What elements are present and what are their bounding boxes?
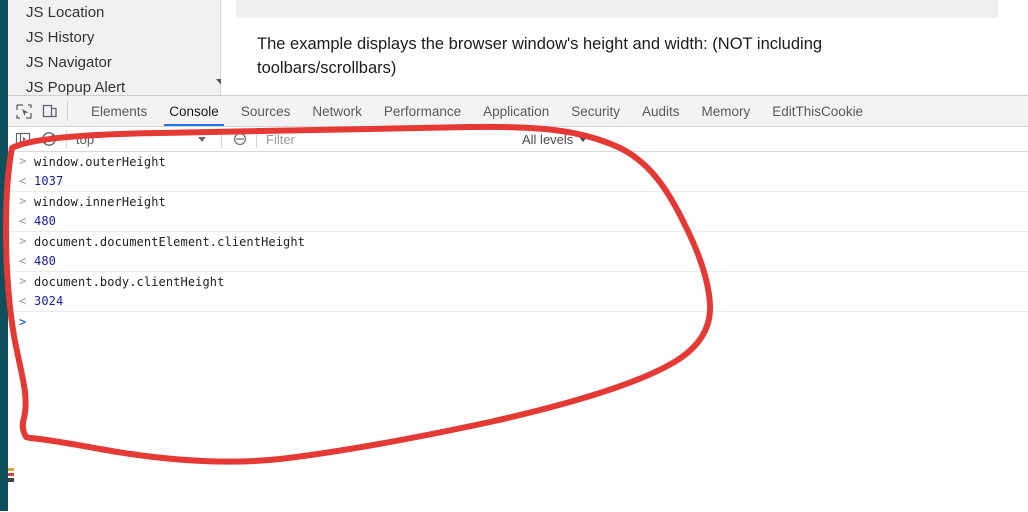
tab-network[interactable]: Network xyxy=(301,96,373,126)
sidebar-item-js-location[interactable]: JS Location xyxy=(26,3,104,23)
application-left-strip xyxy=(0,0,8,511)
filterbar-divider xyxy=(256,130,257,148)
console-filter-bar: top Filter All levels xyxy=(8,127,1028,152)
web-page-viewport: JS Location JS History JS Navigator JS P… xyxy=(0,0,1028,95)
chevron-down-icon xyxy=(579,136,588,142)
console-entry: > document.documentElement.clientHeight … xyxy=(8,232,1028,272)
console-output-row: < 480 xyxy=(8,252,1028,272)
tab-label: Console xyxy=(169,103,219,119)
tab-label: Security xyxy=(571,103,620,119)
console-output-row: < 3024 xyxy=(8,292,1028,312)
tab-security[interactable]: Security xyxy=(560,96,631,126)
sidebar-item-label: JS Location xyxy=(26,4,105,21)
tab-elements[interactable]: Elements xyxy=(80,96,158,126)
tab-label: EditThisCookie xyxy=(772,103,864,119)
resize-handle-icon[interactable] xyxy=(8,468,14,482)
sidebar-item-label: JS Navigator xyxy=(26,54,112,71)
console-input-row[interactable]: > window.innerHeight xyxy=(8,192,1028,212)
toolbar-divider xyxy=(67,101,68,121)
sidebar-item-label: JS History xyxy=(26,29,95,46)
devtools-panel: Elements Console Sources Network Perform… xyxy=(8,95,1028,512)
inspect-element-icon[interactable] xyxy=(15,103,33,120)
input-marker-icon: > xyxy=(19,154,27,168)
tab-console[interactable]: Console xyxy=(158,96,230,126)
sidebar-item-js-history[interactable]: JS History xyxy=(26,28,94,48)
output-marker-icon: < xyxy=(19,293,27,308)
console-input-text: window.innerHeight xyxy=(34,194,166,209)
console-filter-input[interactable]: Filter xyxy=(266,130,514,148)
console-input-text: window.outerHeight xyxy=(34,154,166,169)
input-marker-icon: > xyxy=(19,274,27,288)
console-filter-placeholder: Filter xyxy=(266,131,295,147)
tab-audits[interactable]: Audits xyxy=(631,96,691,126)
console-entry: > document.body.clientHeight < 3024 xyxy=(8,272,1028,312)
devtools-tab-list: Elements Console Sources Network Perform… xyxy=(80,96,874,126)
execution-context-label: top xyxy=(76,131,95,147)
filterbar-divider xyxy=(66,130,67,148)
input-marker-icon: > xyxy=(19,194,27,208)
tab-label: Audits xyxy=(641,103,680,119)
tab-sources[interactable]: Sources xyxy=(230,96,302,126)
clear-console-icon[interactable] xyxy=(41,131,57,147)
execution-context-selector[interactable]: top xyxy=(76,130,207,148)
console-output-row: < 1037 xyxy=(8,172,1028,192)
output-marker-icon: < xyxy=(19,213,27,228)
console-output-value: 3024 xyxy=(34,294,64,309)
sidebar-item-label: JS Popup Alert xyxy=(26,79,126,95)
tab-editthiscookie[interactable]: EditThisCookie xyxy=(761,96,874,126)
page-paragraph: The example displays the browser window'… xyxy=(257,35,823,77)
console-output-value: 1037 xyxy=(34,174,64,189)
sidebar-item-js-popup-alert[interactable]: JS Popup Alert xyxy=(26,78,125,95)
tab-label: Elements xyxy=(91,103,148,119)
console-sidebar-toggle-icon[interactable] xyxy=(15,131,32,147)
console-input-text: document.documentElement.clientHeight xyxy=(34,234,306,249)
console-prompt-row[interactable]: > xyxy=(8,312,1028,332)
tab-label: Memory xyxy=(701,103,751,119)
content-placeholder-bar xyxy=(236,0,998,18)
devtools-tabbar: Elements Console Sources Network Perform… xyxy=(8,96,1028,127)
console-input-text: document.body.clientHeight xyxy=(34,274,225,289)
console-entry: > window.innerHeight < 480 xyxy=(8,192,1028,232)
console-input-row[interactable]: > document.documentElement.clientHeight xyxy=(8,232,1028,252)
chevron-down-icon xyxy=(198,136,207,142)
sidebar-item-js-navigator[interactable]: JS Navigator xyxy=(26,53,112,73)
log-level-selector[interactable]: All levels xyxy=(522,130,588,148)
tab-label: Application xyxy=(483,103,550,119)
tab-label: Sources xyxy=(240,103,291,119)
device-toolbar-icon[interactable] xyxy=(41,103,59,120)
console-entry: > window.outerHeight < 1037 xyxy=(8,152,1028,192)
console-output-value: 480 xyxy=(34,214,56,229)
tab-performance[interactable]: Performance xyxy=(373,96,472,126)
output-marker-icon: < xyxy=(19,253,27,268)
console-output-value: 480 xyxy=(34,254,56,269)
filterbar-divider xyxy=(221,130,222,148)
page-content-column: The example displays the browser window'… xyxy=(221,0,1028,95)
console-input-row[interactable]: > window.outerHeight xyxy=(8,152,1028,172)
console-output-row: < 480 xyxy=(8,212,1028,232)
tab-label: Performance xyxy=(383,103,462,119)
tutorial-sidebar: JS Location JS History JS Navigator JS P… xyxy=(8,0,228,95)
tab-memory[interactable]: Memory xyxy=(691,96,762,126)
tab-application[interactable]: Application xyxy=(472,96,560,126)
console-message-list: > window.outerHeight < 1037 > window.inn… xyxy=(8,152,1028,332)
eye-slash-icon[interactable] xyxy=(232,131,248,147)
console-input-row[interactable]: > document.body.clientHeight xyxy=(8,272,1028,292)
prompt-caret-icon: > xyxy=(19,315,27,329)
tab-label: Network xyxy=(312,103,362,119)
input-marker-icon: > xyxy=(19,234,27,248)
output-marker-icon: < xyxy=(19,173,27,188)
log-level-label: All levels xyxy=(522,131,574,147)
